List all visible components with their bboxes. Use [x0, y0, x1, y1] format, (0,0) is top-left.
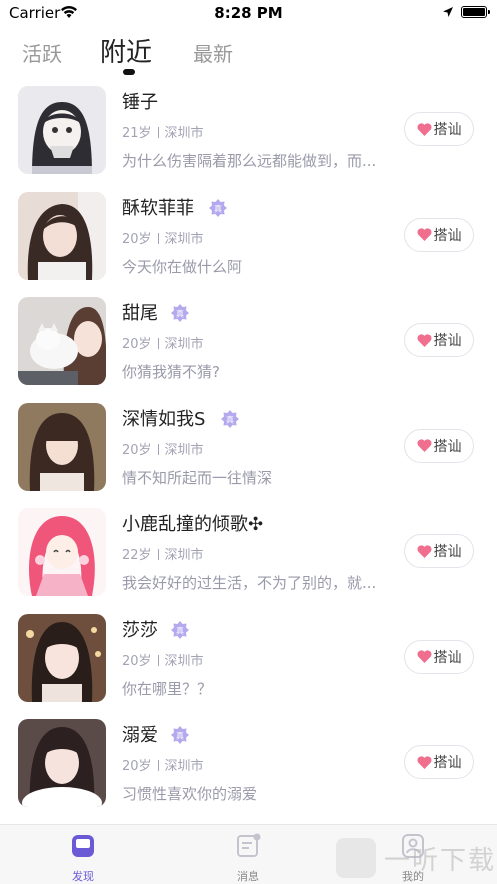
- list-item[interactable]: 酥软菲菲 真 20岁 深圳市 今天你在做什么阿 搭讪: [0, 190, 497, 296]
- user-city: 深圳市: [164, 548, 204, 563]
- user-city: 深圳市: [164, 231, 204, 247]
- top-tabs: 活跃 附近 最新: [0, 32, 497, 82]
- greet-button[interactable]: 搭讪: [404, 428, 474, 463]
- location-arrow-icon: [443, 7, 453, 17]
- user-name: 小鹿乱撞的倾歌✣: [122, 514, 264, 535]
- tab-nearby[interactable]: 附近: [100, 32, 152, 69]
- verified-badge-icon: 真: [171, 620, 189, 639]
- user-name: 酥软菲菲: [122, 197, 194, 219]
- verified-badge-icon: 真: [221, 409, 239, 428]
- tab-newest[interactable]: 最新: [193, 38, 233, 67]
- user-bio: 今天你在做什么阿: [122, 257, 243, 276]
- svg-text:真: 真: [214, 203, 222, 213]
- list-item[interactable]: 锤子 21岁 深圳市 为什么伤害隔着那么远都能做到，而... 搭讪: [0, 84, 497, 190]
- user-name: 溺爱: [122, 725, 158, 746]
- user-age: 21岁: [122, 126, 152, 141]
- user-city: 深圳市: [164, 653, 204, 669]
- tab-indicator: [123, 69, 135, 75]
- user-age: 20岁: [122, 337, 152, 352]
- svg-text:真: 真: [176, 731, 184, 741]
- user-meta: 20岁 深圳市: [122, 650, 204, 669]
- avatar[interactable]: [18, 719, 106, 807]
- user-name: 锤子: [122, 92, 158, 113]
- avatar[interactable]: [18, 402, 106, 491]
- watermark: 一听下载: [384, 846, 497, 876]
- heart-icon: [417, 544, 431, 558]
- discover-icon: [72, 835, 94, 857]
- greet-button[interactable]: 搭讪: [404, 639, 474, 674]
- user-list: 锤子 21岁 深圳市 为什么伤害隔着那么远都能做到，而... 搭讪 酥软菲菲 真 …: [0, 84, 497, 823]
- user-bio: 情不知所起而一往情深: [122, 468, 273, 487]
- message-icon: [237, 833, 261, 857]
- avatar[interactable]: [18, 191, 106, 280]
- user-city: 深圳市: [164, 442, 204, 458]
- heart-icon: [417, 228, 431, 241]
- avatar[interactable]: [18, 613, 106, 702]
- avatar[interactable]: [18, 86, 106, 174]
- tab-messages[interactable]: 消息: [218, 833, 278, 884]
- heart-icon: [417, 122, 431, 136]
- clock: 8:28 PM: [214, 4, 283, 22]
- tab-discover[interactable]: 发现: [53, 833, 113, 884]
- tab-active[interactable]: 活跃: [22, 38, 62, 67]
- user-bio: 为什么伤害隔着那么远都能做到，而...: [122, 152, 377, 170]
- user-age: 20岁: [122, 653, 152, 669]
- user-meta: 20岁 深圳市: [122, 755, 204, 774]
- verified-badge-icon: 真: [209, 198, 227, 217]
- verified-badge-icon: 真: [171, 726, 189, 744]
- heart-icon: [417, 650, 431, 663]
- tab-discover-label: 发现: [72, 870, 94, 883]
- user-city: 深圳市: [164, 759, 204, 774]
- battery-icon: [461, 6, 490, 18]
- user-age: 20岁: [122, 442, 152, 458]
- user-bio: 我会好好的过生活，不为了别的，就...: [122, 574, 377, 592]
- user-name: 甜尾: [122, 303, 158, 324]
- user-bio: 你在哪里？？: [122, 679, 213, 698]
- user-meta: 20岁 深圳市: [122, 333, 204, 352]
- svg-text:真: 真: [176, 309, 184, 319]
- avatar[interactable]: [18, 297, 106, 385]
- greet-button[interactable]: 搭讪: [404, 112, 474, 146]
- list-item[interactable]: 小鹿乱撞的倾歌✣ 22岁 深圳市 我会好好的过生活，不为了别的，就... 搭讪: [0, 506, 497, 612]
- greet-button[interactable]: 搭讪: [404, 217, 474, 252]
- user-meta: 20岁 深圳市: [122, 439, 204, 458]
- greet-button[interactable]: 搭讪: [404, 534, 474, 568]
- status-bar: Carrier 8:28 PM: [0, 0, 497, 28]
- user-city: 深圳市: [164, 126, 204, 141]
- heart-icon: [417, 439, 431, 452]
- heart-icon: [417, 755, 431, 769]
- greet-button[interactable]: 搭讪: [404, 745, 474, 779]
- user-name: 莎莎: [122, 619, 158, 641]
- user-city: 深圳市: [164, 337, 204, 352]
- user-name: 深情如我S: [122, 408, 206, 430]
- user-meta: 21岁 深圳市: [122, 122, 204, 141]
- avatar[interactable]: [18, 508, 106, 596]
- heart-icon: [417, 333, 431, 347]
- user-meta: 20岁 深圳市: [122, 228, 204, 247]
- list-item[interactable]: 溺爱 真 20岁 深圳市 习惯性喜欢你的溺爱 搭讪: [0, 717, 497, 823]
- watermark-logo: [336, 838, 376, 878]
- list-item[interactable]: 甜尾 真 20岁 深圳市 你猜我猜不猜? 搭讪: [0, 295, 497, 401]
- user-bio: 你猜我猜不猜?: [122, 363, 220, 381]
- list-item[interactable]: 莎莎 真 20岁 深圳市 你在哪里？？ 搭讪: [0, 612, 497, 718]
- user-age: 22岁: [122, 548, 152, 563]
- tab-messages-label: 消息: [237, 870, 259, 883]
- greet-button[interactable]: 搭讪: [404, 323, 474, 357]
- user-age: 20岁: [122, 231, 152, 247]
- svg-text:真: 真: [176, 625, 184, 635]
- verified-badge-icon: 真: [171, 304, 189, 322]
- list-item[interactable]: 深情如我S 真 20岁 深圳市 情不知所起而一往情深 搭讪: [0, 401, 497, 507]
- user-meta: 22岁 深圳市: [122, 544, 204, 563]
- svg-text:真: 真: [226, 414, 234, 424]
- user-bio: 习惯性喜欢你的溺爱: [122, 785, 258, 803]
- user-age: 20岁: [122, 759, 152, 774]
